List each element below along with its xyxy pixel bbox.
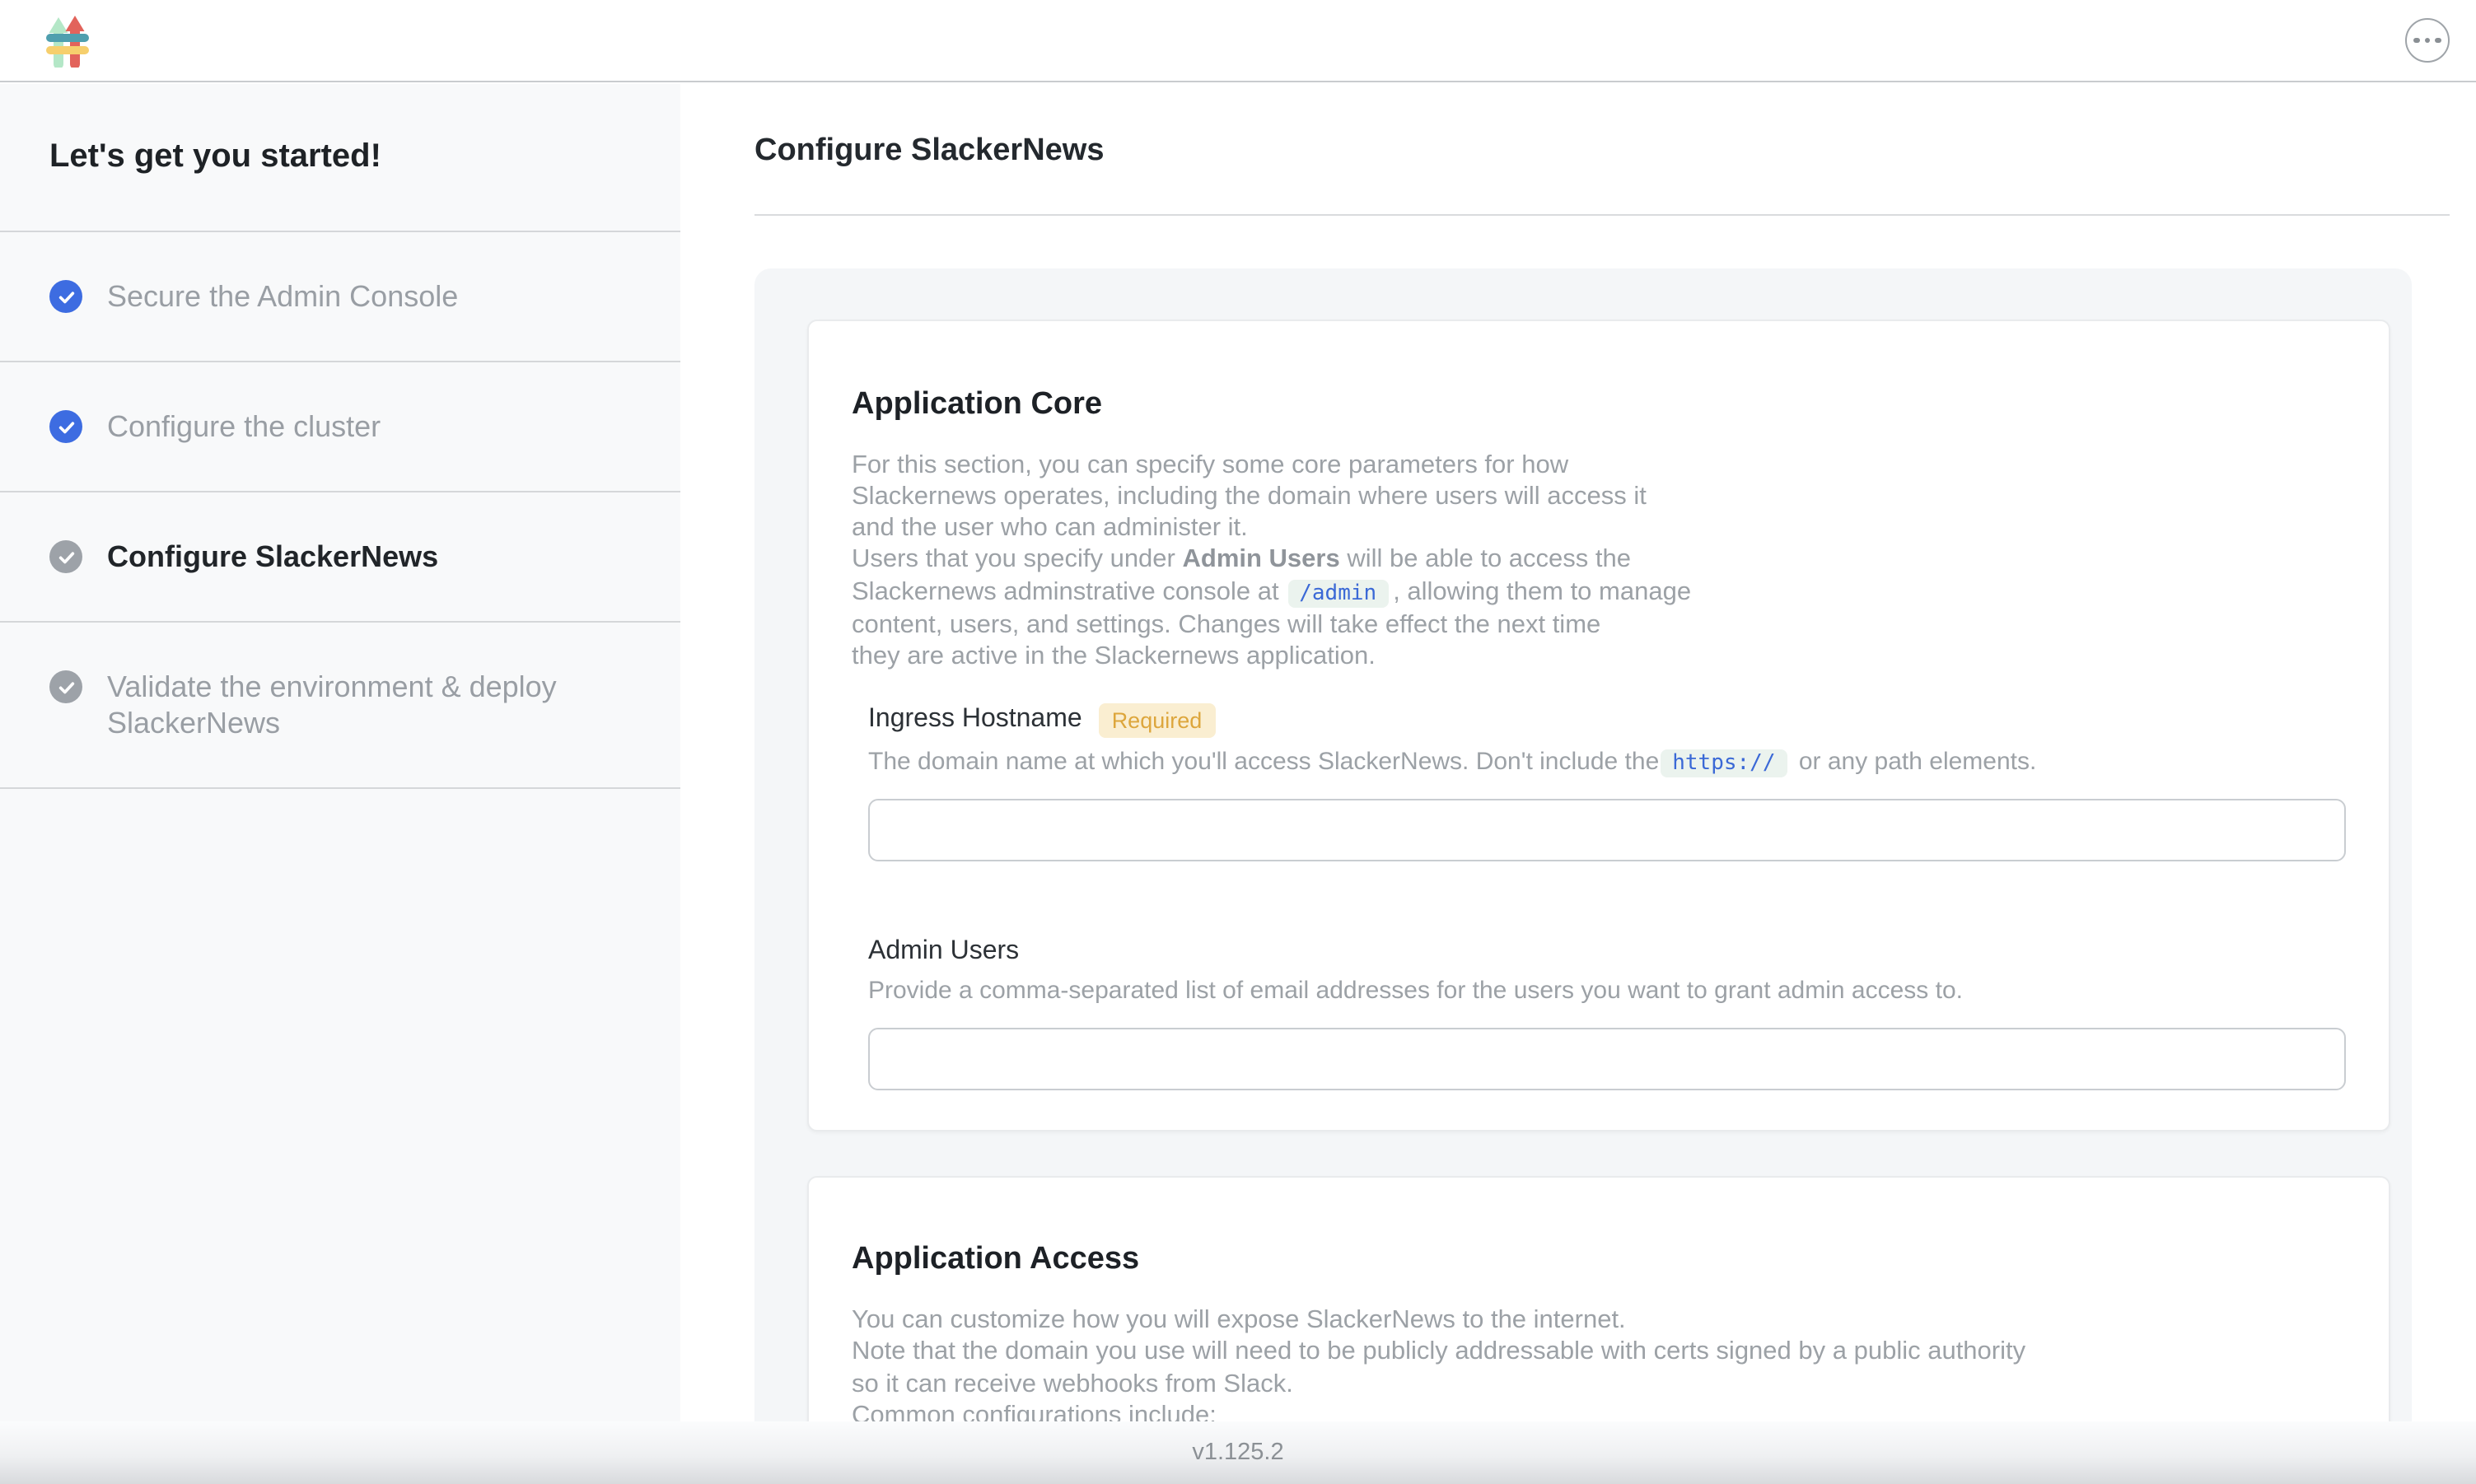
sidebar-step-secure-admin-console[interactable]: Secure the Admin Console [0,232,680,362]
app-root: Let's get you started! Secure the Admin … [0,0,2476,1484]
desc-line: For this section, you can specify some c… [852,449,2346,481]
admin-users-input[interactable] [868,1027,2346,1090]
title-divider [754,214,2450,216]
admin-users-label: Admin Users [868,936,1019,966]
sidebar-title: Let's get you started! [0,84,680,232]
desc-line: they are active in the Slackernews appli… [852,642,2346,674]
required-badge: Required [1099,702,1216,737]
card-title: Application Access [852,1243,2346,1279]
desc-line: Slackernews operates, including the doma… [852,481,2346,513]
desc-line: and the user who can administer it. [852,512,2346,544]
admin-users-help: Provide a comma-separated list of email … [868,976,2346,1004]
app-footer: v1.125.2 [0,1421,2476,1484]
ingress-hostname-help: The domain name at which you'll access S… [868,747,2346,775]
page-title: Configure SlackerNews [754,133,2450,170]
sidebar-step-configure-cluster[interactable]: Configure the cluster [0,362,680,492]
step-label: Configure the cluster [107,408,381,445]
card-description: For this section, you can specify some c… [852,449,2346,673]
ellipsis-icon [2414,38,2420,44]
config-panel: Application Core For this section, you c… [754,268,2412,1484]
check-icon [49,670,82,703]
check-icon [49,410,82,443]
card-title: Application Core [852,387,2346,423]
version-label: v1.125.2 [1192,1440,1283,1466]
step-label: Secure the Admin Console [107,278,458,315]
setup-steps-sidebar: Let's get you started! Secure the Admin … [0,84,680,1421]
ingress-hostname-group: Ingress Hostname Required The domain nam… [868,702,2346,861]
field-label-row: Admin Users [868,936,2346,966]
ingress-hostname-input[interactable] [868,798,2346,861]
desc-line: so it can receive webhooks from Slack. [852,1368,2346,1400]
step-label: Validate the environment & deploy Slacke… [107,669,614,741]
sidebar-step-configure-slackernews[interactable]: Configure SlackerNews [0,492,680,623]
admin-users-group: Admin Users Provide a comma-separated li… [868,936,2346,1090]
desc-line: Note that the domain you use will need t… [852,1337,2346,1369]
step-label: Configure SlackerNews [107,539,438,575]
desc-line: You can customize how you will expose Sl… [852,1304,2346,1337]
field-label-row: Ingress Hostname Required [868,702,2346,737]
inline-code-admin-path: /admin [1287,579,1388,607]
desc-line: content, users, and settings. Changes wi… [852,609,2346,642]
desc-line: Slackernews adminstrative console at /ad… [852,576,2346,609]
main-content: Configure SlackerNews Application Core F… [680,84,2476,1484]
sidebar-step-validate-deploy[interactable]: Validate the environment & deploy Slacke… [0,623,680,789]
ingress-hostname-label: Ingress Hostname [868,705,1082,735]
check-icon [49,540,82,573]
desc-line: Users that you specify under Admin Users… [852,544,2346,576]
check-icon [49,280,82,313]
application-core-card: Application Core For this section, you c… [807,320,2390,1131]
more-options-button[interactable] [2405,18,2450,63]
inline-code-https: https:// [1661,749,1787,777]
slackernews-logo-icon [46,14,89,67]
top-bar [0,0,2476,82]
